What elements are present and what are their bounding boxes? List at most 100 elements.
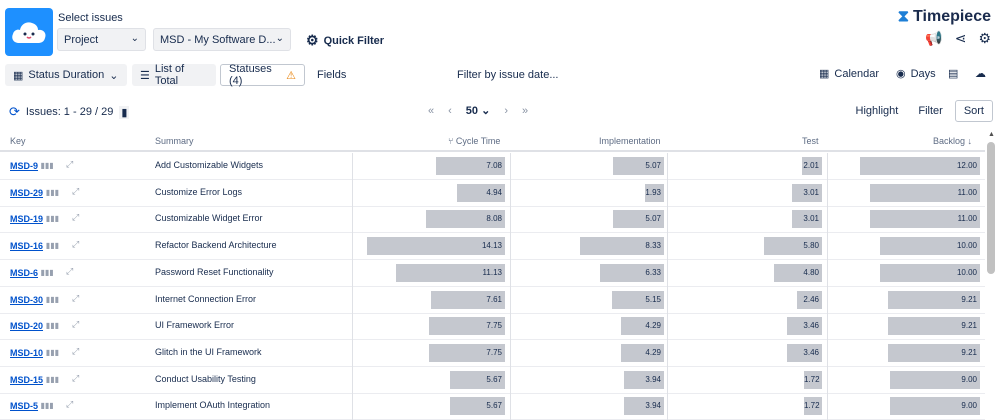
expand-icon[interactable]: ⤢ bbox=[72, 346, 79, 357]
issue-key-link[interactable]: MSD-5 bbox=[10, 401, 38, 411]
issue-summary: Glitch in the UI Framework bbox=[155, 346, 262, 357]
list-of-total-button[interactable]: ☰ List of Total bbox=[132, 63, 216, 87]
backlog-duration-bar: 11.00 bbox=[870, 183, 980, 202]
bar-chart-icon[interactable]: ▮▮▮ bbox=[46, 348, 59, 357]
impl-duration-bar: 4.29 bbox=[620, 343, 664, 362]
bar-chart-icon[interactable]: ▮▮▮ bbox=[41, 401, 54, 410]
bar-chart-icon[interactable]: ▮▮▮ bbox=[46, 241, 59, 250]
issue-key-link[interactable]: MSD-16 bbox=[10, 241, 43, 251]
expand-icon[interactable]: ⤢ bbox=[72, 239, 79, 250]
fields-button[interactable]: Fields bbox=[309, 64, 353, 86]
impl-duration-bar: 1.93 bbox=[644, 183, 664, 202]
brand-name: Timepiece bbox=[913, 8, 991, 25]
scrollbar[interactable] bbox=[987, 142, 995, 274]
bar-chart-icon[interactable]: ▮▮▮ bbox=[46, 295, 59, 304]
column-divider bbox=[827, 233, 828, 261]
table-header: Key Summary ⑂ Cycle Time Implementation … bbox=[0, 132, 985, 152]
cycle-icon: ⑂ bbox=[448, 136, 454, 146]
issue-key-link[interactable]: MSD-15 bbox=[10, 375, 43, 385]
share-icon[interactable]: ⋖ bbox=[955, 30, 967, 47]
test-duration-bar: 3.01 bbox=[791, 183, 822, 202]
issue-summary: Implement OAuth Integration bbox=[155, 400, 271, 411]
column-divider bbox=[667, 233, 668, 261]
column-divider bbox=[352, 206, 353, 234]
last-page-icon[interactable]: » bbox=[522, 105, 528, 117]
cycle-duration-bar: 7.61 bbox=[430, 290, 505, 309]
report-icon[interactable]: ▤ bbox=[948, 67, 958, 80]
expand-icon[interactable]: ⤢ bbox=[72, 373, 79, 384]
bar-chart-icon[interactable]: ▮▮▮ bbox=[46, 214, 59, 223]
scroll-up-icon[interactable]: ▲ bbox=[988, 131, 995, 138]
column-divider bbox=[827, 393, 828, 420]
filter-by-date-button[interactable]: Filter by issue date... bbox=[457, 69, 559, 81]
issue-summary: Internet Connection Error bbox=[155, 293, 257, 304]
cycle-duration-bar: 5.67 bbox=[449, 370, 505, 389]
table-row: MSD-16 ▮▮▮ ⤢ Refactor Backend Architecture 1… bbox=[0, 233, 985, 261]
highlight-button[interactable]: Highlight bbox=[848, 101, 907, 121]
issue-key-link[interactable]: MSD-29 bbox=[10, 188, 43, 198]
header-key[interactable]: Key bbox=[10, 136, 26, 146]
issue-summary: Customize Error Logs bbox=[155, 186, 243, 197]
days-button[interactable]: ◉ Days bbox=[896, 67, 936, 81]
issue-key-link[interactable]: MSD-10 bbox=[10, 348, 43, 358]
impl-duration-bar: 4.29 bbox=[620, 317, 664, 336]
impl-duration-bar: 3.94 bbox=[624, 370, 664, 389]
expand-icon[interactable]: ⤢ bbox=[66, 159, 73, 170]
header-summary[interactable]: Summary bbox=[155, 136, 194, 146]
issue-key-link[interactable]: MSD-30 bbox=[10, 295, 43, 305]
issues-info: ⟳ Issues: 1 - 29 / 29 ▮ bbox=[9, 104, 130, 120]
impl-duration-bar: 5.15 bbox=[612, 290, 664, 309]
bar-chart-icon[interactable]: ▮▮▮ bbox=[41, 268, 54, 277]
issue-key-link[interactable]: MSD-19 bbox=[10, 214, 43, 224]
expand-icon[interactable]: ⤢ bbox=[72, 186, 79, 197]
header-cycle-time-label: Cycle Time bbox=[455, 136, 501, 146]
expand-icon[interactable]: ⤢ bbox=[66, 266, 73, 277]
header-backlog[interactable]: Backlog ↓ bbox=[933, 136, 972, 146]
settings-icon[interactable]: ⚙ bbox=[978, 30, 991, 47]
refresh-icon[interactable]: ⟳ bbox=[9, 104, 20, 120]
bar-chart-icon[interactable]: ▮▮▮ bbox=[46, 188, 59, 197]
header-implementation[interactable]: Implementation bbox=[599, 136, 661, 146]
column-divider bbox=[352, 286, 353, 314]
quick-filter-button[interactable]: ⚙ Quick Filter bbox=[306, 32, 384, 49]
column-divider bbox=[510, 206, 511, 234]
next-page-icon[interactable]: › bbox=[504, 105, 508, 117]
chart-icon[interactable]: ▮ bbox=[119, 105, 130, 119]
table-row: MSD-20 ▮▮▮ ⤢ UI Framework Error 7.75 4.29 3.46… bbox=[0, 313, 985, 341]
expand-icon[interactable]: ⤢ bbox=[66, 399, 73, 410]
filter-button[interactable]: Filter bbox=[910, 101, 950, 121]
expand-icon[interactable]: ⤢ bbox=[72, 212, 79, 223]
column-divider bbox=[667, 313, 668, 341]
gear-icon: ⚙ bbox=[306, 32, 319, 48]
status-duration-button[interactable]: ▦ Status Duration ⌄ bbox=[5, 64, 127, 86]
column-divider bbox=[827, 366, 828, 394]
expand-icon[interactable]: ⤢ bbox=[72, 293, 79, 304]
issues-range: Issues: 1 - 29 / 29 bbox=[25, 106, 114, 118]
sort-button[interactable]: Sort bbox=[954, 100, 993, 122]
table-row: MSD-6 ▮▮▮ ⤢ Password Reset Functionality 11.… bbox=[0, 259, 985, 287]
project-select[interactable]: Project ⌄ bbox=[57, 28, 146, 51]
issue-key-link[interactable]: MSD-9 bbox=[10, 161, 38, 171]
first-page-icon[interactable]: « bbox=[428, 105, 434, 117]
project-value-select[interactable]: MSD - My Software D... ⌄ bbox=[153, 28, 291, 51]
page-size-select[interactable]: 50 ⌄ bbox=[466, 104, 491, 117]
statuses-button[interactable]: Statuses (4) ⚠ bbox=[220, 63, 305, 87]
table-row: MSD-9 ▮▮▮ ⤢ Add Customizable Widgets 7.08 5.0… bbox=[0, 153, 985, 180]
expand-icon[interactable]: ⤢ bbox=[72, 319, 79, 330]
prev-page-icon[interactable]: ‹ bbox=[448, 105, 452, 117]
impl-duration-bar: 5.07 bbox=[612, 157, 664, 175]
column-divider bbox=[667, 286, 668, 314]
bar-chart-icon[interactable]: ▮▮▮ bbox=[46, 321, 59, 330]
bar-chart-icon[interactable]: ▮▮▮ bbox=[41, 161, 54, 170]
table-row: MSD-30 ▮▮▮ ⤢ Internet Connection Error 7.61 5… bbox=[0, 286, 985, 314]
column-divider bbox=[510, 366, 511, 394]
megaphone-icon[interactable]: 📢 bbox=[925, 30, 942, 47]
issue-key-link[interactable]: MSD-6 bbox=[10, 268, 38, 278]
header-cycle-time[interactable]: ⑂ Cycle Time bbox=[448, 136, 500, 146]
issue-key-link[interactable]: MSD-20 bbox=[10, 321, 43, 331]
calendar-button[interactable]: ▦ Calendar bbox=[819, 67, 879, 81]
bar-chart-icon[interactable]: ▮▮▮ bbox=[46, 375, 59, 384]
header-test[interactable]: Test bbox=[802, 136, 819, 146]
backlog-duration-bar: 9.21 bbox=[887, 290, 980, 309]
cloud-upload-icon[interactable]: ☁ bbox=[975, 67, 986, 80]
